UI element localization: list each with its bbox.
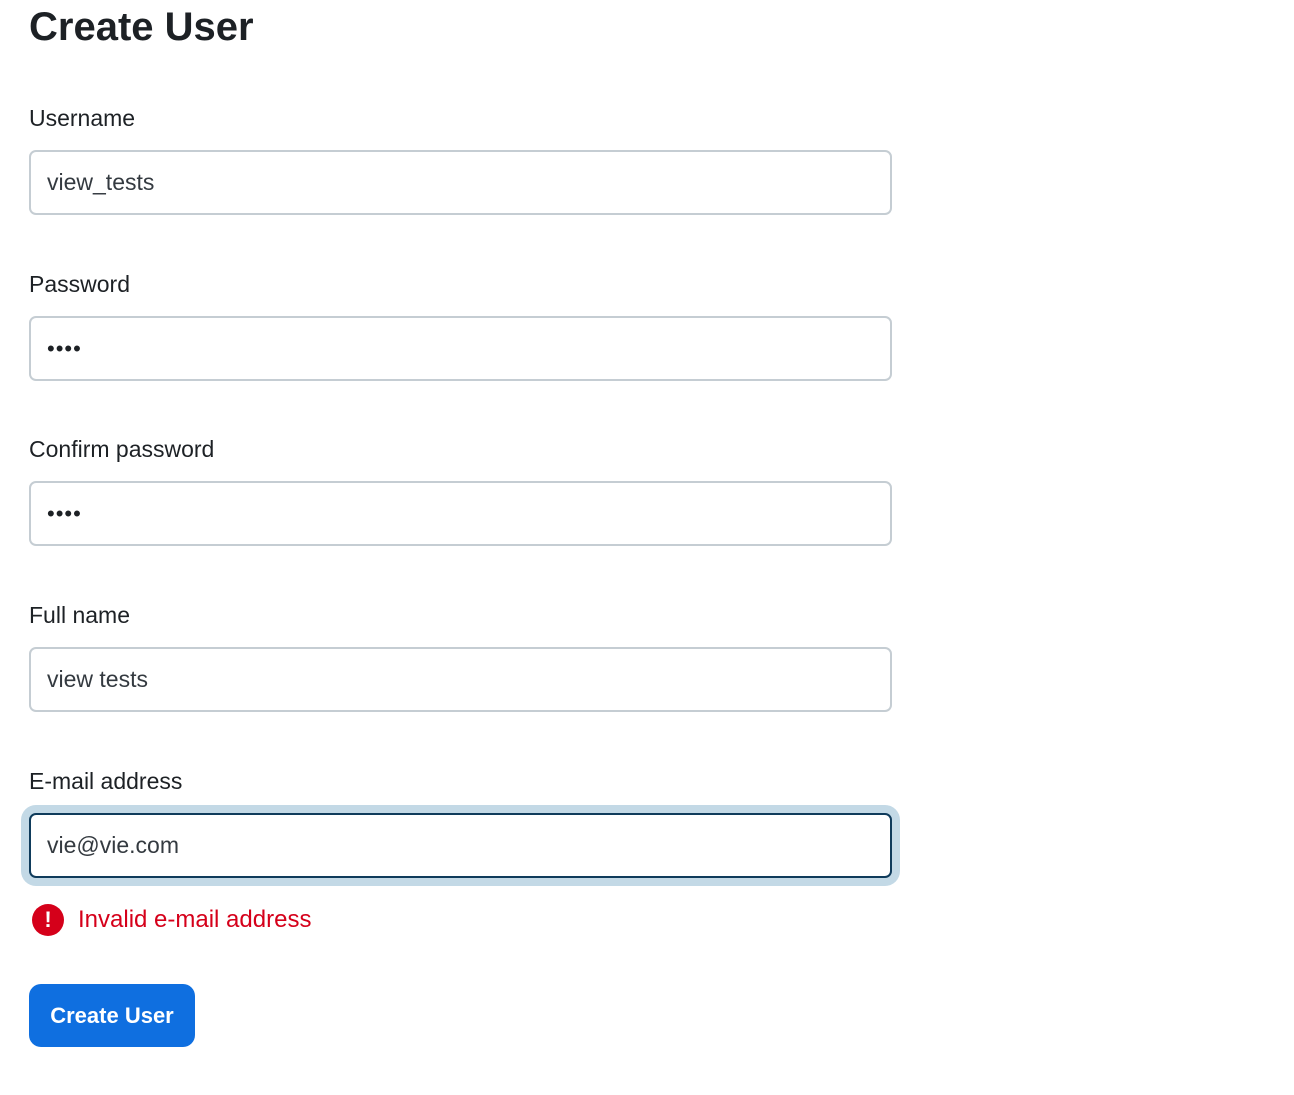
- confirm-password-input[interactable]: [29, 481, 892, 546]
- username-label: Username: [29, 105, 136, 131]
- username-field-group: Username: [29, 104, 892, 215]
- email-input[interactable]: [29, 813, 892, 878]
- confirm-password-field-group: Confirm password: [29, 435, 892, 546]
- password-label: Password: [29, 271, 130, 297]
- email-field-group: E-mail address: [29, 767, 892, 878]
- username-input[interactable]: [29, 150, 892, 215]
- page-title: Create User: [29, 5, 254, 49]
- full-name-input[interactable]: [29, 647, 892, 712]
- create-user-button[interactable]: Create User: [29, 984, 195, 1047]
- exclamation-icon: !: [32, 904, 64, 936]
- email-label: E-mail address: [29, 768, 183, 794]
- email-error-text: Invalid e-mail address: [78, 906, 312, 933]
- confirm-password-label: Confirm password: [29, 436, 215, 462]
- password-input[interactable]: [29, 316, 892, 381]
- full-name-field-group: Full name: [29, 601, 892, 712]
- email-error-message: ! Invalid e-mail address: [32, 904, 311, 936]
- full-name-label: Full name: [29, 602, 130, 628]
- password-field-group: Password: [29, 270, 892, 381]
